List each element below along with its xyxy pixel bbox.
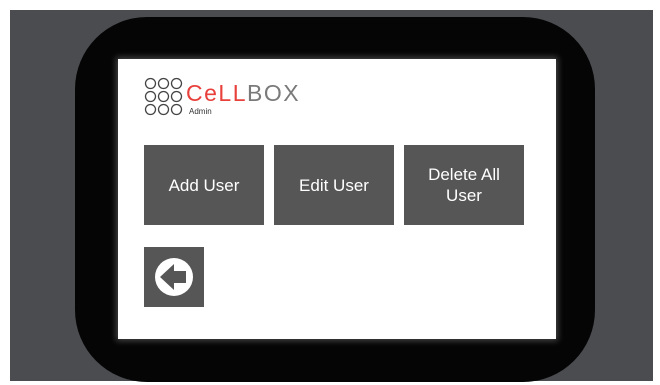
logo-wordmark: CeLLBOX [186, 80, 301, 106]
logo-subtitle: Admin [189, 107, 212, 116]
logo-dot-grid-icon [144, 77, 183, 116]
edit-user-label: Edit User [299, 175, 369, 195]
edit-user-button[interactable]: Edit User [274, 145, 394, 225]
back-button[interactable] [144, 247, 204, 307]
admin-screen: CeLLBOX Admin Add User Edit User Delete … [118, 59, 556, 339]
delete-all-user-button[interactable]: Delete All User [404, 145, 524, 225]
back-arrow-icon [155, 258, 193, 296]
delete-all-user-label: Delete All User [428, 165, 500, 205]
logo-wordmark-cell: CeLL [186, 80, 247, 106]
logo-wordmark-box: BOX [246, 80, 301, 106]
add-user-label: Add User [168, 175, 240, 195]
add-user-button[interactable]: Add User [144, 145, 264, 225]
